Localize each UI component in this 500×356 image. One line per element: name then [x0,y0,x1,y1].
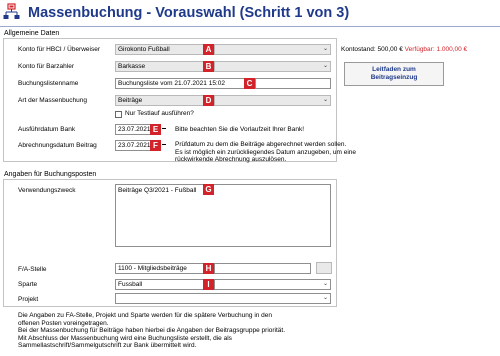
ausfuehrdatum-value: 23.07.2021 [118,126,151,133]
footer-line-5: Sammellastschrift/Sammelgutschrift zur B… [18,342,197,349]
buchungslistenname-input[interactable]: Buchungsliste vom 21.07.2021 15:02 [115,78,245,89]
verwendungszweck-label: Verwendungszweck [18,187,76,194]
konto-barzahler-select[interactable]: Barkasse [115,61,205,72]
abrechnungsdatum-value: 23.07.2021 [118,142,151,149]
buchungslistenname-value: Buchungsliste vom 21.07.2021 15:02 [118,80,225,87]
sparte-select[interactable]: Fussball [115,279,205,290]
abrechnungsdatum-hint-1: Prüfdatum zu dem die Beiträge abgerechne… [175,141,347,148]
abrechnungsdatum-input[interactable]: 23.07.2021 [115,140,152,151]
footer-line-1: Die Angaben zu FA-Stelle, Projekt und Sp… [18,312,273,319]
balance-line: Kontostand: 500,00 € Verfügbar: 1.000,00… [341,46,467,53]
ausfuehrdatum-label: Ausführdatum Bank [18,126,76,133]
fa-stelle-input[interactable]: 1100 - Mitgliedsbeiträge [115,263,205,274]
fa-stelle-value: 1100 - Mitgliedsbeiträge [118,265,187,272]
art-label: Art der Massenbuchung [18,97,88,104]
section-general-label: Allgemeine Daten [4,30,60,37]
abrechnungsdatum-hint-2: Es ist möglich ein zurückliegendes Datum… [175,148,357,156]
ausfuehrdatum-hint: Bitte beachten Sie die Vorlaufzeit Ihrer… [175,126,304,133]
chevron-down-icon: ⌄ [322,63,328,69]
verwendungszweck-value: Beiträge Q3/2021 - Fußball [118,187,197,194]
abrechnungsdatum-picker-dash[interactable] [162,144,166,145]
buchungslistenname-label: Buchungslistenname [18,80,79,87]
badge-h: H [203,263,214,274]
konto-barzahler-value: Barkasse [118,63,146,70]
chevron-down-icon: ⌄ [322,281,328,287]
leitfaden-label-2: Beitragseinzug [370,74,418,81]
ausfuehrdatum-picker-dash[interactable] [162,128,166,129]
art-select[interactable]: Beiträge [115,95,205,106]
fa-stelle-lookup-button[interactable] [316,262,332,274]
abrechnungsdatum-hint-3: rückwirkende Abrechnung auszulösen. [175,156,287,163]
badge-c: C [244,78,255,89]
chevron-down-icon: ⌄ [322,295,328,301]
chevron-down-icon: ⌄ [322,46,328,52]
badge-e: E [150,124,161,135]
projekt-label: Projekt [18,296,39,303]
footer-line-2: offenen Posten voreingetragen. [18,319,109,327]
badge-a: A [203,44,214,55]
footer-line-3: Bei der Massenbuchung für Beiträge haben… [18,327,286,334]
footer-note: Die Angaben zu FA-Stelle, Projekt und Sp… [18,312,336,350]
sparte-label: Sparte [18,281,38,288]
verfuegbar-value: 1.000,00 € [436,46,468,53]
konto-hbci-select[interactable]: Girokonto Fußball [115,44,205,55]
art-value: Beiträge [118,97,143,104]
verfuegbar-label: Verfügbar: [404,46,435,53]
testlauf-label: Nur Testlauf ausführen? [125,110,194,117]
badge-i: I [203,279,214,290]
konto-barzahler-dropdown-arrow[interactable]: ⌄ [214,61,331,72]
art-dropdown-arrow[interactable]: ⌄ [214,95,331,106]
verwendungszweck-textarea[interactable]: Beiträge Q3/2021 - Fußball [115,184,331,247]
konto-barzahler-label: Konto für Barzahler [18,63,75,70]
badge-g: G [203,184,214,195]
konto-hbci-value: Girokonto Fußball [118,46,170,53]
kontostand-value: 500,00 € [377,46,403,53]
leitfaden-label-1: Leitfaden zum [372,66,416,73]
title-divider [0,26,500,27]
buchungslistenname-input-tail[interactable] [255,78,331,89]
chevron-down-icon: ⌄ [322,97,328,103]
kontostand-label: Kontostand: [341,46,376,53]
abrechnungsdatum-label: Abrechnungsdatum Beitrag [18,142,97,149]
fa-stelle-input-tail[interactable] [214,263,311,274]
sparte-value: Fussball [118,281,143,288]
leitfaden-button[interactable]: Leitfaden zum Beitragseinzug [344,62,444,86]
testlauf-checkbox[interactable] [115,111,122,118]
ausfuehrdatum-input[interactable]: 23.07.2021 [115,124,152,135]
fa-stelle-label: F/A-Stelle [18,266,47,273]
network-hierarchy-icon [3,3,20,21]
sparte-dropdown-arrow[interactable]: ⌄ [214,279,331,290]
konto-hbci-label: Konto für HBCI / Überweiser [18,46,101,53]
badge-f: F [150,140,161,151]
section-posting-label: Angaben für Buchungsposten [4,171,97,178]
footer-line-4: Mit Abschluss der Massenbuchung wird ein… [18,334,232,342]
page-title: Massenbuchung - Vorauswahl (Schritt 1 vo… [28,5,350,21]
abrechnungsdatum-hint: Prüfdatum zu dem die Beiträge abgerechne… [175,141,356,164]
badge-d: D [203,95,214,106]
projekt-select[interactable]: ⌄ [115,293,331,304]
konto-hbci-dropdown-arrow[interactable]: ⌄ [214,44,331,55]
badge-b: B [203,61,214,72]
